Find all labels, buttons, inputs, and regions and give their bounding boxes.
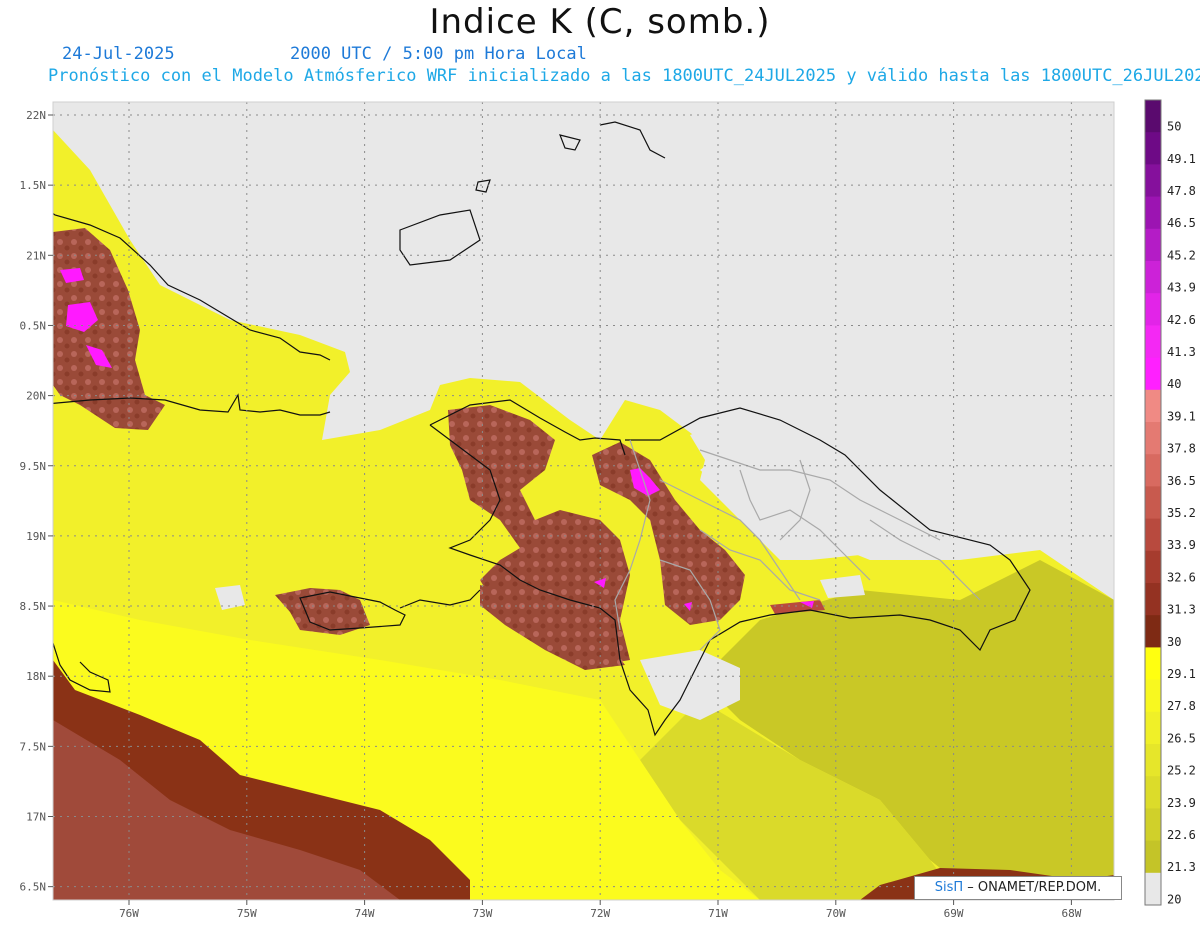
colorbar-label: 25.2 [1167, 764, 1196, 778]
colorbar-label: 37.8 [1167, 442, 1196, 456]
colorbar-swatch [1145, 840, 1161, 874]
colorbar-swatch [1145, 550, 1161, 584]
lat-label: 17N [26, 811, 46, 824]
lat-label: 8.5N [20, 600, 47, 613]
lat-label: 21N [26, 249, 46, 262]
lat-label: 7.5N [20, 740, 47, 753]
lon-label: 75W [237, 907, 257, 920]
colorbar-swatch [1145, 325, 1161, 359]
lon-label: 69W [944, 907, 964, 920]
colorbar: 50 49.1 47.8 46.5 45.2 43.9 42.6 41.3 40 39.1 37.8… [1144, 99, 1196, 906]
colorbar-swatch [1145, 615, 1161, 648]
colorbar-label: 45.2 [1167, 248, 1196, 262]
colorbar-swatch [1145, 422, 1161, 455]
lon-label: 71W [708, 907, 728, 920]
colorbar-swatch [1145, 196, 1161, 230]
colorbar-label: 22.6 [1167, 828, 1196, 842]
colorbar-swatch [1145, 357, 1161, 391]
credit-box: SisΠ – ONAMET/REP.DOM. [914, 876, 1122, 900]
credit-brand: SisΠ [934, 880, 964, 895]
lat-label: 6.5N [20, 881, 47, 894]
colorbar-swatch [1145, 389, 1161, 423]
colorbar-label: 23.9 [1167, 796, 1196, 810]
lat-label: 0.5N [20, 319, 47, 332]
colorbar-label: 32.6 [1167, 570, 1196, 584]
colorbar-swatch [1145, 872, 1161, 906]
colorbar-label: 20 [1167, 892, 1181, 906]
colorbar-label: 49.1 [1167, 152, 1196, 166]
colorbar-swatch [1145, 744, 1161, 777]
colorbar-label: 47.8 [1167, 184, 1196, 198]
colorbar-label: 40 [1167, 377, 1181, 391]
colorbar-label: 30 [1167, 635, 1181, 649]
colorbar-label: 43.9 [1167, 281, 1196, 295]
colorbar-swatch [1145, 518, 1161, 552]
credit-text: – ONAMET/REP.DOM. [967, 880, 1102, 895]
k-index-map: 76W 75W 74W 73W 72W 71W 70W 69W 68W 22N 1.5N 21N 0.5… [20, 99, 1196, 920]
lat-label: 20N [26, 390, 46, 403]
colorbar-label: 46.5 [1167, 216, 1196, 230]
lon-label: 73W [472, 907, 492, 920]
colorbar-swatch [1145, 808, 1161, 842]
colorbar-label: 21.3 [1167, 860, 1196, 874]
colorbar-swatch [1145, 100, 1161, 133]
colorbar-label: 26.5 [1167, 731, 1196, 745]
colorbar-swatch [1145, 454, 1161, 487]
colorbar-swatch [1145, 776, 1161, 809]
colorbar-swatch [1145, 132, 1161, 165]
colorbar-swatch [1145, 583, 1161, 616]
lat-label: 22N [26, 109, 46, 122]
colorbar-label: 39.1 [1167, 409, 1196, 423]
colorbar-label: 29.1 [1167, 667, 1196, 681]
colorbar-label: 41.3 [1167, 345, 1196, 359]
colorbar-swatch [1145, 647, 1161, 681]
colorbar-swatch [1145, 293, 1161, 326]
colorbar-swatch [1145, 228, 1161, 262]
colorbar-label: 50 [1167, 120, 1181, 134]
colorbar-label: 35.2 [1167, 506, 1196, 520]
colorbar-swatch [1145, 711, 1161, 745]
lon-label: 74W [355, 907, 375, 920]
colorbar-label: 42.6 [1167, 313, 1196, 327]
colorbar-swatch [1145, 679, 1161, 713]
colorbar-swatch [1145, 486, 1161, 520]
colorbar-swatch [1145, 164, 1161, 198]
colorbar-label: 36.5 [1167, 474, 1196, 488]
colorbar-label: 31.3 [1167, 603, 1196, 617]
lat-label: 19N [26, 530, 46, 543]
lat-label: 1.5N [20, 179, 47, 192]
colorbar-swatch [1145, 261, 1161, 294]
lon-label: 72W [590, 907, 610, 920]
lat-label: 18N [26, 670, 46, 683]
map-field [53, 102, 1114, 900]
lon-label: 76W [119, 907, 139, 920]
colorbar-label: 33.9 [1167, 538, 1196, 552]
colorbar-label: 27.8 [1167, 699, 1196, 713]
lon-label: 70W [826, 907, 846, 920]
lat-label: 9.5N [20, 460, 47, 473]
lon-label: 68W [1061, 907, 1081, 920]
